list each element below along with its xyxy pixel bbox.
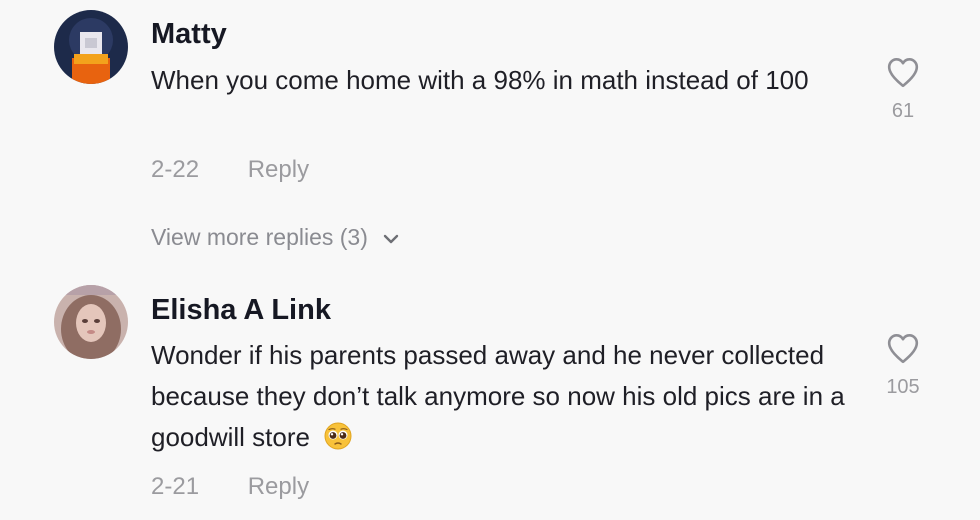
comment-username[interactable]: Elisha A Link: [151, 294, 331, 327]
view-more-replies-button[interactable]: View more replies (3): [151, 224, 400, 251]
comment-text-content: Wonder if his parents passed away and he…: [151, 340, 845, 452]
comment-text: When you come home with a 98% in math in…: [151, 65, 809, 95]
pleading-face-emoji: [324, 422, 352, 450]
avatar[interactable]: [54, 10, 128, 84]
heart-outline-icon[interactable]: [885, 332, 921, 364]
reply-button[interactable]: Reply: [248, 156, 309, 184]
comment-meta: 2-21 Reply: [151, 473, 309, 501]
avatar[interactable]: [54, 285, 128, 359]
comment-date: 2-22: [151, 156, 200, 183]
like-count: 105: [886, 376, 920, 398]
heart-outline-icon[interactable]: [885, 56, 921, 88]
comment-date: 2-21: [151, 473, 200, 500]
reply-button[interactable]: Reply: [248, 473, 309, 501]
comment-meta: 2-22 Reply: [151, 156, 309, 184]
comment-text: Wonder if his parents passed away and he…: [151, 335, 856, 458]
like-count: 61: [891, 100, 915, 122]
view-more-replies-label: View more replies (3): [151, 224, 368, 250]
like-group: 105: [880, 332, 926, 399]
comment-username[interactable]: Matty: [151, 18, 227, 51]
like-group: 61: [880, 56, 926, 123]
chevron-down-icon: [384, 234, 399, 244]
